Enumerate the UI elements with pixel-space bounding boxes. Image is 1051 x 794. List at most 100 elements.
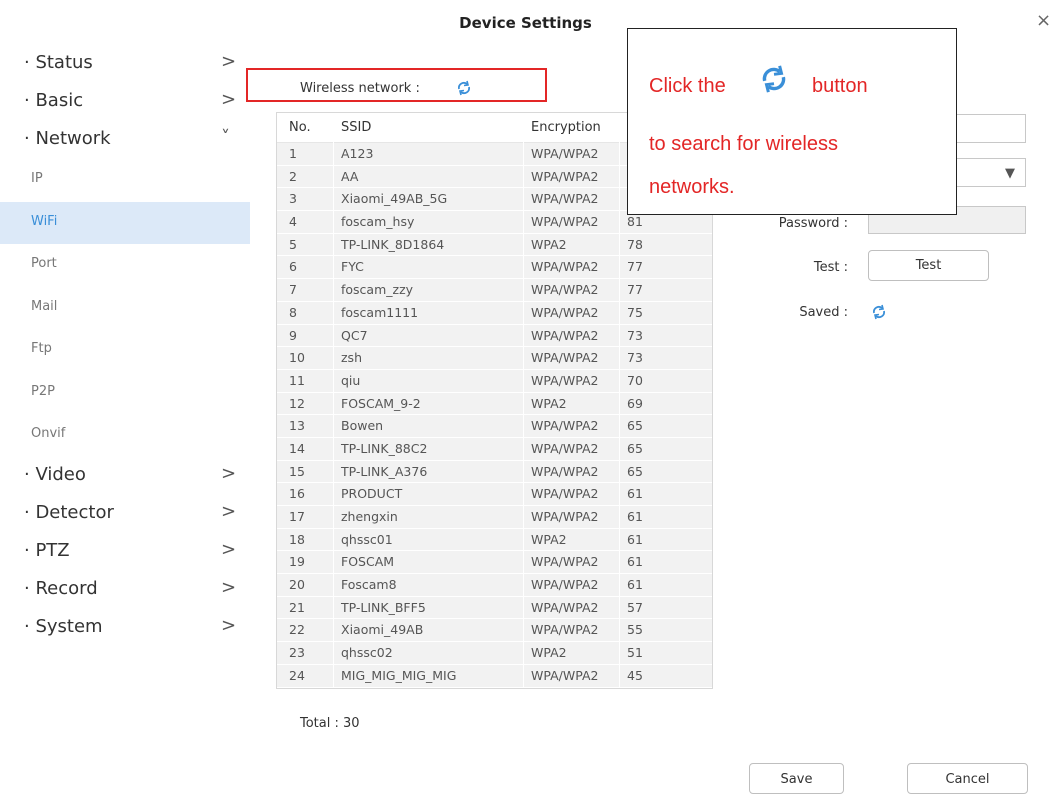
test-button[interactable]: Test (868, 250, 989, 281)
cell-encryption: WPA2 (531, 236, 567, 252)
table-row[interactable]: 11 qiu WPA/WPA2 70 (277, 369, 712, 393)
save-button[interactable]: Save (749, 763, 844, 794)
table-row[interactable]: 19 FOSCAM WPA/WPA2 61 (277, 551, 712, 575)
cell-no: 9 (289, 327, 297, 343)
cell-encryption: WPA/WPA2 (531, 372, 599, 388)
sidebar-item-record[interactable]: · Record > (0, 571, 250, 609)
sidebar-item-ftp[interactable]: Ftp (0, 329, 250, 372)
sidebar-item-p2p[interactable]: P2P (0, 372, 250, 415)
close-icon[interactable]: × (1036, 12, 1051, 30)
cell-encryption: WPA/WPA2 (531, 191, 599, 207)
cell-ssid: TP-LINK_A376 (341, 463, 428, 479)
sidebar-item-network[interactable]: · Network ˅ (0, 121, 250, 159)
table-row[interactable]: 22 Xiaomi_49AB WPA/WPA2 55 (277, 619, 712, 643)
table-row[interactable]: 6 FYC WPA/WPA2 77 (277, 256, 712, 280)
chevron-right-icon: > (221, 538, 237, 560)
sidebar-item-onvif[interactable]: Onvif (0, 414, 250, 457)
table-row[interactable]: 21 TP-LINK_BFF5 WPA/WPA2 57 (277, 596, 712, 620)
cell-encryption: WPA/WPA2 (531, 440, 599, 456)
cell-no: 17 (289, 509, 305, 524)
table-row[interactable]: 7 foscam_zzy WPA/WPA2 77 (277, 279, 712, 302)
table-row[interactable]: 5 TP-LINK_8D1864 WPA2 78 (277, 233, 712, 257)
total-count: Total : 30 (300, 716, 360, 731)
table-row[interactable]: 12 FOSCAM_9-2 WPA2 69 (277, 392, 712, 416)
sidebar-item-label: · System (24, 615, 103, 637)
table-row[interactable]: 13 Bowen WPA/WPA2 65 (277, 415, 712, 438)
table-row[interactable]: 18 qhssc01 WPA2 61 (277, 528, 712, 552)
sidebar-item-detector[interactable]: · Detector > (0, 495, 250, 533)
cell-no: 8 (289, 304, 297, 320)
cell-encryption: WPA2 (531, 395, 567, 411)
sidebar-item-ip[interactable]: IP (0, 159, 250, 202)
cell-no: 20 (289, 577, 305, 593)
cell-ssid: A123 (341, 146, 374, 161)
cell-encryption: WPA/WPA2 (531, 282, 599, 298)
cell-ssid: TP-LINK_BFF5 (341, 599, 426, 615)
dropdown-arrow-icon: ▼ (1005, 166, 1015, 181)
cell-encryption: WPA/WPA2 (531, 463, 599, 479)
sidebar-item-label: · Record (24, 577, 98, 599)
table-row[interactable]: 9 QC7 WPA/WPA2 73 (277, 324, 712, 348)
sidebar-item-label: · Video (24, 463, 86, 485)
cell-ssid: FOSCAM_9-2 (341, 395, 421, 411)
sidebar-item-mail[interactable]: Mail (0, 287, 250, 330)
cell-ssid: QC7 (341, 327, 368, 343)
sidebar-item-label: · PTZ (24, 539, 70, 561)
cell-no: 21 (289, 599, 305, 615)
callout-text-post: button (812, 75, 868, 97)
cell-ssid: PRODUCT (341, 486, 403, 502)
instruction-callout: Click the button to search for wireless … (627, 28, 957, 215)
cell-encryption: WPA/WPA2 (531, 554, 599, 570)
saved-refresh-icon[interactable] (871, 304, 887, 320)
table-row[interactable]: 8 foscam1111 WPA/WPA2 75 (277, 301, 712, 325)
cell-ssid: foscam_hsy (341, 214, 415, 230)
table-row[interactable]: 17 zhengxin WPA/WPA2 61 (277, 506, 712, 529)
cell-ssid: foscam_zzy (341, 282, 414, 298)
cell-ssid: qhssc02 (341, 645, 393, 661)
callout-refresh-icon (759, 64, 789, 94)
sidebar-item-video[interactable]: · Video > (0, 457, 250, 495)
cell-encryption: WPA/WPA2 (531, 214, 599, 230)
sidebar-item-label: · Detector (24, 501, 114, 523)
chevron-right-icon: > (221, 500, 237, 522)
column-header-ssid: SSID (341, 120, 372, 135)
cell-signal: 81 (627, 214, 643, 230)
cell-signal: 65 (627, 440, 643, 456)
refresh-icon[interactable] (456, 80, 472, 96)
cell-ssid: FOSCAM (341, 554, 395, 570)
callout-text-line3: networks. (649, 176, 735, 198)
sidebar-item-label: IP (31, 171, 43, 186)
cancel-button[interactable]: Cancel (907, 763, 1028, 794)
cell-encryption: WPA/WPA2 (531, 622, 599, 638)
column-header-encryption: Encryption (531, 120, 601, 135)
sidebar-item-label: WiFi (31, 213, 58, 229)
table-row[interactable]: 24 MIG_MIG_MIG_MIG WPA/WPA2 45 (277, 664, 712, 688)
cell-no: 10 (289, 350, 305, 366)
sidebar-item-status[interactable]: · Status > (0, 45, 250, 83)
cell-no: 1 (289, 146, 297, 161)
cell-ssid: foscam1111 (341, 304, 419, 320)
table-row[interactable]: 20 Foscam8 WPA/WPA2 61 (277, 574, 712, 597)
cell-no: 7 (289, 282, 297, 298)
cell-no: 6 (289, 259, 297, 275)
sidebar-item-ptz[interactable]: · PTZ > (0, 533, 250, 571)
sidebar-item-port[interactable]: Port (0, 244, 250, 287)
table-row[interactable]: 14 TP-LINK_88C2 WPA/WPA2 65 (277, 437, 712, 461)
table-row[interactable]: 23 qhssc02 WPA2 51 (277, 642, 712, 665)
cell-signal: 73 (627, 327, 643, 343)
cell-encryption: WPA/WPA2 (531, 168, 599, 184)
sidebar-item-system[interactable]: · System > (0, 609, 250, 647)
sidebar-item-wifi[interactable]: WiFi (0, 201, 250, 244)
table-body: 1 A123 WPA/WPA2 2 AA WPA/WPA2 3 Xiaomi_49AB_5G W… (277, 143, 712, 688)
sidebar-item-label: · Status (24, 52, 93, 73)
cell-signal: 65 (627, 418, 643, 434)
table-row[interactable]: 10 zsh WPA/WPA2 73 (277, 347, 712, 370)
cell-ssid: TP-LINK_88C2 (341, 440, 428, 456)
cell-signal: 77 (627, 259, 643, 275)
sidebar-item-basic[interactable]: · Basic > (0, 83, 250, 121)
password-label: Password : (778, 216, 848, 231)
table-row[interactable]: 15 TP-LINK_A376 WPA/WPA2 65 (277, 460, 712, 484)
table-row[interactable]: 16 PRODUCT WPA/WPA2 61 (277, 483, 712, 506)
callout-text-line2: to search for wireless (649, 133, 838, 155)
cell-signal: 69 (627, 395, 643, 411)
